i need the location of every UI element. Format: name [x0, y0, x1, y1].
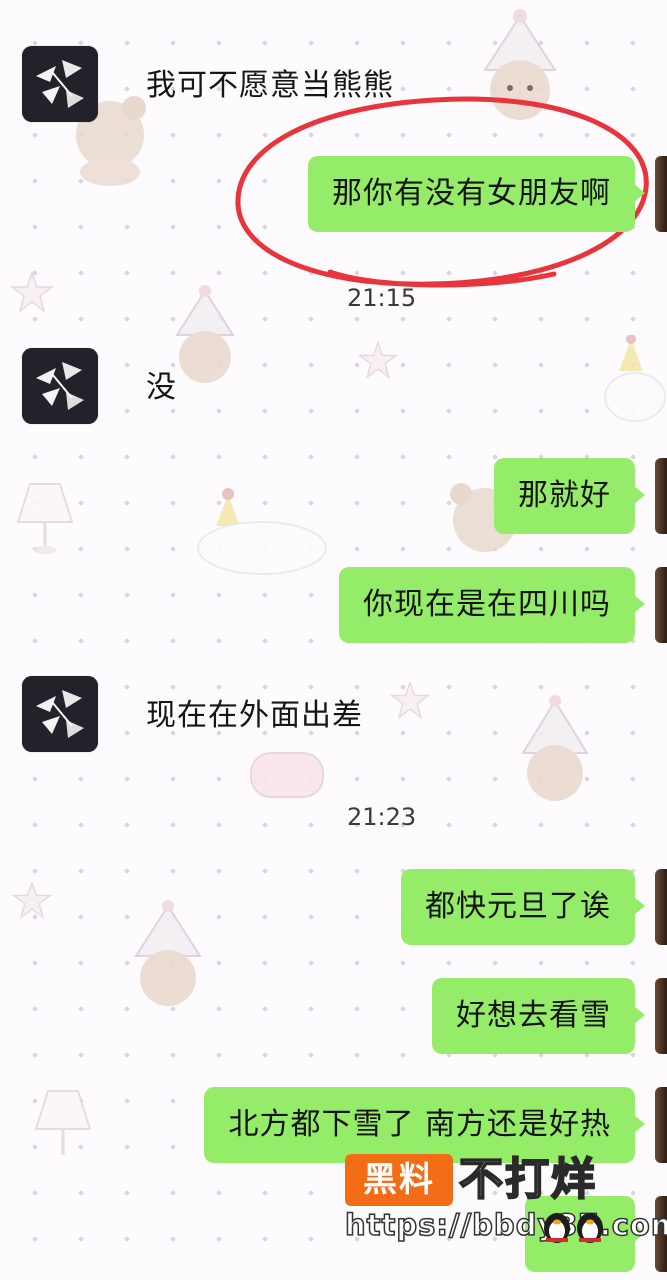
butterfly-avatar-icon	[22, 46, 98, 122]
cushion-decoration-icon	[250, 752, 324, 798]
user-avatar[interactable]	[655, 978, 667, 1054]
message-text: 我可不愿意当熊熊	[146, 68, 394, 103]
bear-hat-decoration-icon	[175, 285, 235, 383]
user-avatar[interactable]	[655, 869, 667, 945]
message-text: 没	[146, 370, 177, 405]
user-avatar[interactable]	[655, 1087, 667, 1163]
star-icon	[10, 270, 54, 313]
message-bubble[interactable]: 你现在是在四川吗	[339, 567, 645, 643]
message-bubble[interactable]: 都快元旦了诶	[401, 869, 645, 945]
butterfly-avatar-icon	[22, 348, 98, 424]
dog-hat-decoration-icon	[604, 335, 666, 422]
message-bubble[interactable]: 那你有没有女朋友啊	[308, 156, 645, 232]
contact-avatar[interactable]	[22, 348, 98, 424]
lamp-decoration-icon	[34, 1090, 92, 1155]
star-icon	[358, 340, 398, 379]
watermark-badge: 黑料	[345, 1154, 453, 1206]
dog-hat-decoration-icon	[197, 488, 327, 575]
lamp-decoration-icon	[16, 483, 74, 554]
timestamp: 21:23	[347, 803, 417, 831]
bear-hat-decoration-icon	[521, 695, 589, 801]
user-avatar[interactable]	[655, 458, 667, 534]
bear-hat-decoration-icon	[483, 9, 557, 120]
butterfly-avatar-icon	[22, 676, 98, 752]
star-icon	[390, 680, 430, 719]
user-avatar[interactable]	[655, 567, 667, 643]
timestamp: 21:15	[347, 284, 417, 312]
contact-avatar[interactable]	[22, 676, 98, 752]
contact-avatar[interactable]	[22, 46, 98, 122]
user-avatar[interactable]	[655, 156, 667, 232]
message-text: 现在在外面出差	[146, 698, 363, 733]
watermark-title: 不打烊	[458, 1153, 597, 1206]
bear-hat-decoration-icon	[134, 900, 202, 1006]
message-bubble[interactable]: 那就好	[494, 458, 645, 534]
watermark-url: https://bbdy37.com	[344, 1207, 667, 1243]
penguin-emoji-icon	[544, 1213, 603, 1243]
message-bubble[interactable]: 好想去看雪	[432, 978, 645, 1054]
star-icon	[12, 880, 52, 919]
